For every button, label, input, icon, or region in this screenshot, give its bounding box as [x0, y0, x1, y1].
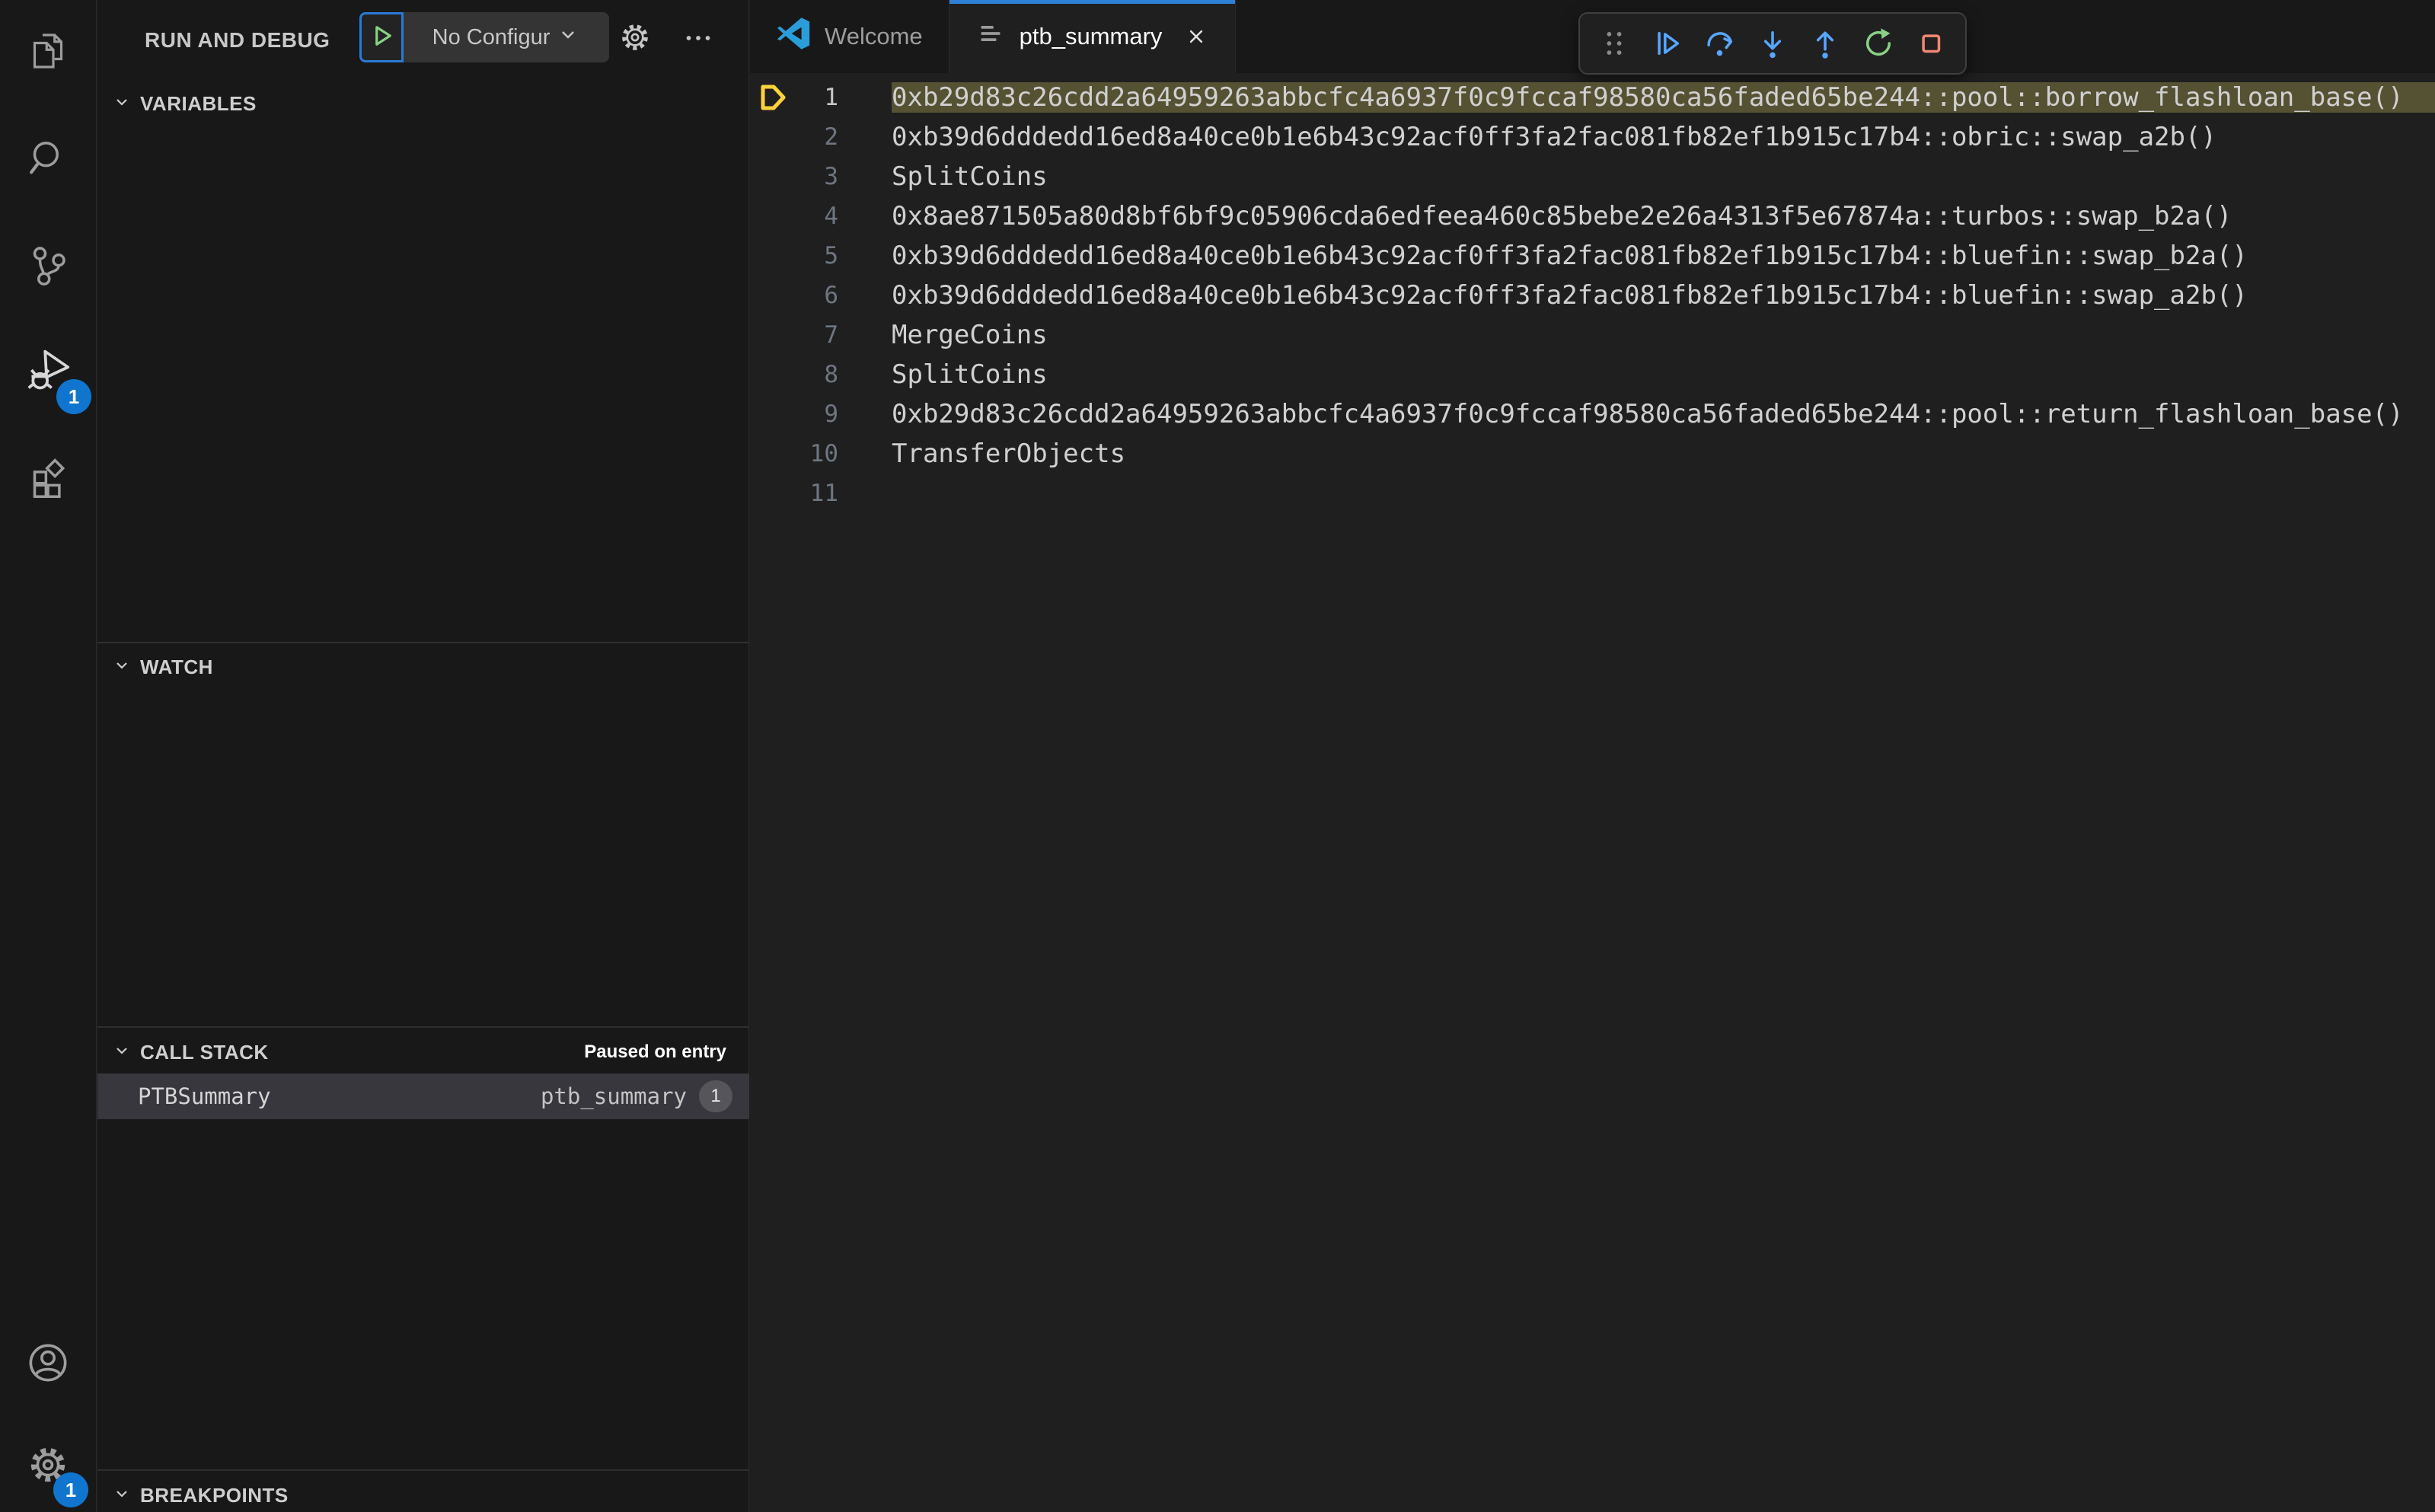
section-breakpoints[interactable]: BREAKPOINTS: [97, 1477, 749, 1512]
search-icon[interactable]: [24, 134, 72, 183]
line-text[interactable]: 0xb39d6dddedd16ed8a40ce0b1e6b43c92acf0ff…: [892, 122, 2435, 152]
gear-icon[interactable]: [618, 21, 652, 54]
code-line: 4 0x8ae871505a80d8bf6bf9c05906cda6edfeea…: [750, 196, 2435, 236]
active-tab-indicator: [949, 0, 1236, 4]
line-number[interactable]: 1: [794, 84, 838, 111]
config-dropdown-label: No Configur: [432, 24, 551, 49]
stop-button[interactable]: [1912, 24, 1950, 62]
continue-button[interactable]: [1648, 24, 1686, 62]
line-text[interactable]: 0x8ae871505a80d8bf6bf9c05906cda6edfeea46…: [892, 201, 2435, 231]
thread-name: PTBSummary: [138, 1083, 271, 1109]
code-line: 11: [750, 474, 2435, 513]
section-divider: [97, 1469, 749, 1471]
tab-label: Welcome: [825, 23, 923, 49]
chevron-down-icon: [556, 22, 580, 53]
line-text[interactable]: 0xb29d83c26cdd2a64959263abbcfc4a6937f0c9…: [892, 82, 2435, 113]
run-config-widget: No Configur: [359, 12, 609, 62]
paused-status: Paused on entry: [584, 1041, 726, 1062]
account-icon[interactable]: [24, 1338, 72, 1387]
code-line: 5 0xb39d6dddedd16ed8a40ce0b1e6b43c92acf0…: [750, 236, 2435, 276]
run-and-debug-sidebar: RUN AND DEBUG No Configur VARIABLES WATC…: [97, 0, 749, 1512]
tab-label: ptb_summary: [1019, 23, 1163, 49]
step-over-button[interactable]: [1701, 24, 1739, 62]
code-line: 2 0xb39d6dddedd16ed8a40ce0b1e6b43c92acf0…: [750, 117, 2435, 157]
settings-badge: 1: [53, 1472, 88, 1507]
section-divider: [97, 1026, 749, 1028]
explorer-files-icon[interactable]: [24, 27, 72, 75]
thread-source: ptb_summary: [540, 1083, 687, 1109]
code-line: 7 MergeCoins: [750, 315, 2435, 355]
debug-current-line-pointer-icon: [750, 78, 794, 117]
section-divider: [97, 642, 749, 643]
debug-toolbar: [1578, 12, 1967, 75]
section-label: BREAKPOINTS: [140, 1483, 289, 1507]
source-control-icon[interactable]: [24, 240, 72, 289]
debug-badge: 1: [56, 379, 91, 414]
tab-ptb-summary[interactable]: ptb_summary: [949, 0, 1237, 73]
step-out-button[interactable]: [1806, 24, 1844, 62]
section-label: CALL STACK: [140, 1040, 269, 1064]
section-label: VARIABLES: [140, 91, 257, 115]
editor-group: Welcome ptb_summary 1 0xb29d83c26cdd2a64…: [750, 0, 2435, 1512]
line-text[interactable]: 0xb39d6dddedd16ed8a40ce0b1e6b43c92acf0ff…: [892, 241, 2435, 271]
chevron-down-icon: [111, 1040, 132, 1065]
code-line: 9 0xb29d83c26cdd2a64959263abbcfc4a6937f0…: [750, 394, 2435, 434]
restart-button[interactable]: [1859, 24, 1897, 62]
sidebar-title: RUN AND DEBUG: [145, 28, 330, 52]
close-icon[interactable]: [1183, 24, 1209, 49]
ellipsis-icon[interactable]: [683, 23, 713, 53]
start-debugging-button[interactable]: [359, 12, 404, 62]
chevron-down-icon: [111, 91, 132, 116]
thread-badge: 1: [699, 1080, 732, 1112]
vscode-logo-icon: [776, 16, 811, 57]
config-dropdown[interactable]: No Configur: [404, 12, 609, 62]
file-list-icon: [975, 18, 1006, 55]
drag-handle[interactable]: [1595, 24, 1633, 62]
section-label: WATCH: [140, 655, 213, 678]
chevron-down-icon: [111, 655, 132, 680]
call-stack-row[interactable]: PTBSummary ptb_summary 1: [97, 1073, 749, 1119]
code-line: 10 TransferObjects: [750, 434, 2435, 474]
code-line: 8 SplitCoins: [750, 355, 2435, 394]
line-number[interactable]: 8: [794, 361, 838, 388]
code-area: 1 0xb29d83c26cdd2a64959263abbcfc4a6937f0…: [750, 73, 2435, 1512]
line-text[interactable]: 0xb39d6dddedd16ed8a40ce0b1e6b43c92acf0ff…: [892, 280, 2435, 311]
line-text[interactable]: SplitCoins: [892, 359, 2435, 390]
extensions-icon[interactable]: [24, 452, 72, 501]
line-text[interactable]: TransferObjects: [892, 439, 2435, 469]
play-icon: [366, 21, 397, 55]
step-into-button[interactable]: [1754, 24, 1792, 62]
line-number[interactable]: 2: [794, 123, 838, 151]
section-call-stack[interactable]: CALL STACK Paused on entry: [97, 1034, 749, 1070]
line-number[interactable]: 6: [794, 282, 838, 309]
line-text[interactable]: SplitCoins: [892, 161, 2435, 192]
activity-bar: 1 1: [0, 0, 97, 1512]
tab-welcome[interactable]: Welcome: [750, 0, 949, 73]
line-number[interactable]: 4: [794, 203, 838, 230]
chevron-down-icon: [111, 1483, 132, 1508]
line-number[interactable]: 3: [794, 163, 838, 190]
line-number[interactable]: 11: [794, 480, 838, 507]
line-text[interactable]: 0xb29d83c26cdd2a64959263abbcfc4a6937f0c9…: [892, 399, 2435, 429]
section-variables[interactable]: VARIABLES: [97, 85, 749, 122]
code-line: 6 0xb39d6dddedd16ed8a40ce0b1e6b43c92acf0…: [750, 276, 2435, 315]
line-number[interactable]: 9: [794, 400, 838, 428]
section-watch[interactable]: WATCH: [97, 649, 749, 685]
code-line: 1 0xb29d83c26cdd2a64959263abbcfc4a6937f0…: [750, 78, 2435, 117]
line-number[interactable]: 5: [794, 242, 838, 270]
line-number[interactable]: 10: [794, 440, 838, 467]
line-text[interactable]: MergeCoins: [892, 320, 2435, 350]
code-line: 3 SplitCoins: [750, 157, 2435, 196]
line-number[interactable]: 7: [794, 321, 838, 349]
